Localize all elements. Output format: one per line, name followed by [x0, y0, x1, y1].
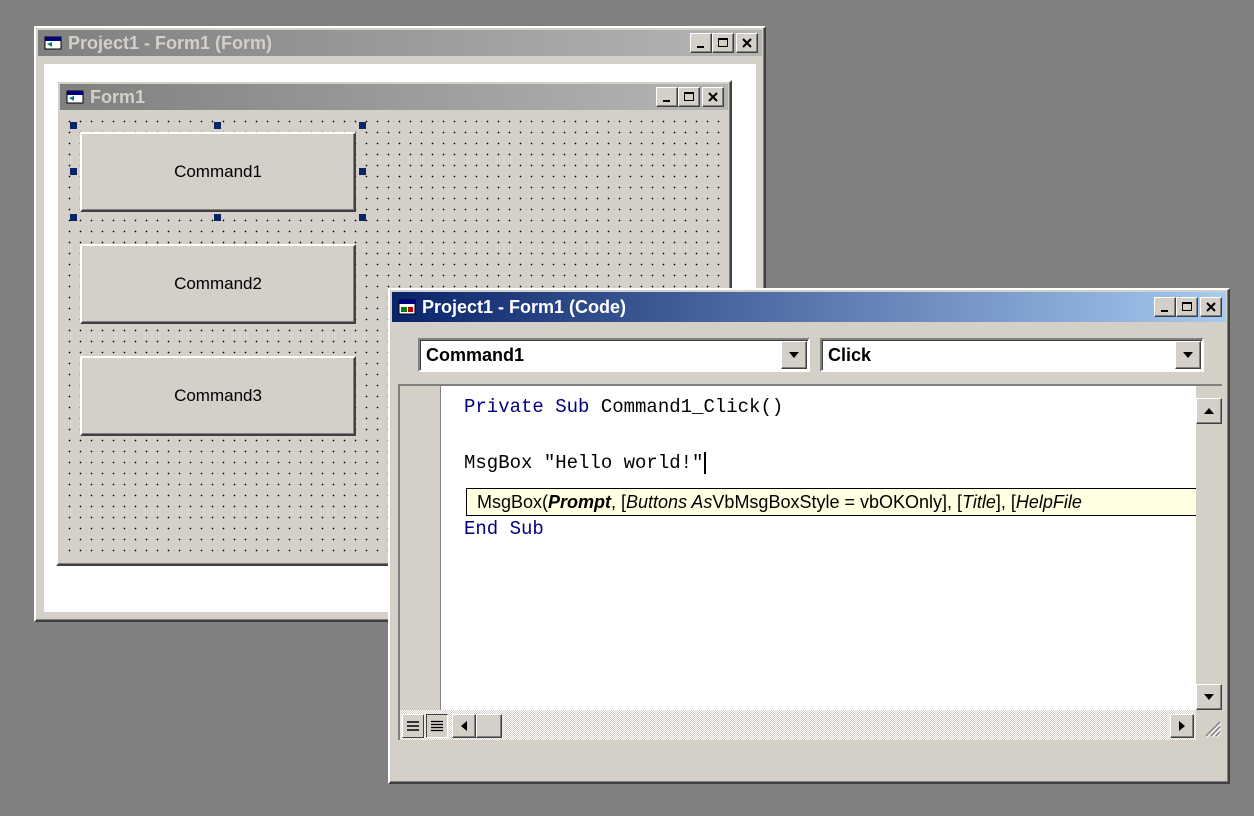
- vertical-scrollbar[interactable]: [1196, 386, 1222, 710]
- horizontal-scrollbar[interactable]: [400, 710, 1222, 740]
- object-combo-value: Command1: [426, 344, 525, 365]
- size-grip[interactable]: [1196, 710, 1222, 740]
- code-title: Project1 - Form1 (Code): [422, 296, 627, 317]
- code-line-1[interactable]: Private Sub Command1_Click(): [464, 396, 783, 418]
- code-window-controls: [1154, 297, 1222, 317]
- code-line-3[interactable]: End Sub: [464, 518, 544, 540]
- code-line-2[interactable]: MsgBox "Hello world!": [464, 452, 707, 475]
- procedure-combo[interactable]: Click: [820, 338, 1204, 372]
- margin-indicator-bar[interactable]: [400, 386, 441, 740]
- keyword-end-sub: End Sub: [464, 518, 544, 540]
- code-titlebar[interactable]: Project1 - Form1 (Code): [392, 292, 1226, 322]
- form-icon: [44, 36, 62, 50]
- tip-prefix: MsgBox(: [477, 491, 549, 512]
- command2-label: Command2: [174, 274, 262, 293]
- selection-handle[interactable]: [70, 168, 77, 175]
- arrow-down-icon: [1204, 694, 1214, 700]
- minimize-button[interactable]: [690, 33, 712, 53]
- scroll-left-button[interactable]: [452, 714, 476, 738]
- close-button[interactable]: [736, 33, 758, 53]
- tip-type-default: VbMsgBoxStyle = vbOKOnly], [: [712, 491, 963, 512]
- selection-handle[interactable]: [359, 214, 366, 221]
- tip-separator: , [: [611, 491, 627, 512]
- object-combo-dropdown-button[interactable]: [781, 341, 807, 369]
- tip-separator: ], [: [995, 491, 1016, 512]
- close-icon: [742, 38, 752, 48]
- designer-titlebar[interactable]: Project1 - Form1 (Form): [38, 30, 762, 56]
- form-titlebar[interactable]: Form1: [60, 84, 728, 110]
- code-module-icon: [398, 299, 416, 315]
- size-grip-icon: [1205, 721, 1222, 738]
- tip-title-param: Title: [962, 491, 996, 512]
- arrow-up-icon: [1204, 408, 1214, 414]
- procedure-combo-value: Click: [828, 344, 872, 365]
- text-caret: [704, 452, 707, 474]
- object-combo[interactable]: Command1: [418, 338, 810, 372]
- arrow-left-icon: [461, 721, 467, 731]
- chevron-down-icon: [1183, 352, 1193, 358]
- tip-prompt-param: Prompt: [548, 491, 612, 512]
- maximize-icon: [718, 38, 728, 47]
- command2-button[interactable]: Command2: [80, 244, 356, 324]
- minimize-button[interactable]: [656, 87, 678, 107]
- close-button[interactable]: [702, 87, 724, 107]
- tip-helpfile-param: HelpFile: [1015, 491, 1082, 512]
- maximize-button[interactable]: [1176, 297, 1198, 317]
- maximize-button[interactable]: [678, 87, 700, 107]
- selection-handle[interactable]: [359, 168, 366, 175]
- keyword-private-sub: Private Sub: [464, 396, 601, 418]
- close-button[interactable]: [1200, 297, 1222, 317]
- code-editor[interactable]: Private Sub Command1_Click() MsgBox "Hel…: [398, 384, 1222, 740]
- command3-button[interactable]: Command3: [80, 356, 356, 436]
- minimize-icon: [663, 100, 670, 102]
- scroll-up-button[interactable]: [1196, 398, 1222, 424]
- full-module-view-icon: [431, 720, 443, 732]
- chevron-down-icon: [789, 352, 799, 358]
- selection-handle[interactable]: [70, 214, 77, 221]
- minimize-button[interactable]: [1154, 297, 1176, 317]
- designer-window-controls: [690, 33, 758, 53]
- scroll-right-button[interactable]: [1170, 714, 1194, 738]
- tip-buttons-param: Buttons As: [626, 491, 713, 512]
- procedure-name: Command1_Click(): [600, 396, 784, 418]
- close-icon: [708, 92, 718, 102]
- minimize-icon: [697, 46, 704, 48]
- maximize-icon: [1182, 302, 1192, 311]
- form-title: Form1: [90, 86, 146, 107]
- command1-button[interactable]: Command1: [80, 132, 356, 212]
- close-icon: [1206, 302, 1216, 312]
- maximize-button[interactable]: [712, 33, 734, 53]
- full-module-view-button[interactable]: [426, 714, 448, 738]
- code-window: Project1 - Form1 (Code) Command1 Click P…: [388, 288, 1230, 784]
- designer-title: Project1 - Form1 (Form): [68, 32, 273, 53]
- quick-info-tooltip: MsgBox(Prompt, [Buttons As VbMsgBoxStyle…: [466, 488, 1222, 516]
- scroll-down-button[interactable]: [1196, 684, 1222, 710]
- selection-handle[interactable]: [214, 214, 221, 221]
- selection-handle[interactable]: [359, 122, 366, 129]
- msgbox-statement: MsgBox "Hello world!": [464, 452, 704, 475]
- maximize-icon: [684, 92, 694, 101]
- arrow-right-icon: [1179, 721, 1185, 731]
- procedure-view-icon: [407, 721, 419, 731]
- procedure-combo-dropdown-button[interactable]: [1175, 341, 1201, 369]
- form-window-controls: [656, 87, 724, 107]
- command3-label: Command3: [174, 386, 262, 405]
- horizontal-scroll-thumb[interactable]: [476, 714, 502, 738]
- minimize-icon: [1161, 310, 1168, 312]
- procedure-view-button[interactable]: [402, 714, 424, 738]
- command1-label: Command1: [174, 162, 262, 181]
- selection-handle[interactable]: [214, 122, 221, 129]
- selection-handle[interactable]: [70, 122, 77, 129]
- form-icon: [66, 90, 84, 104]
